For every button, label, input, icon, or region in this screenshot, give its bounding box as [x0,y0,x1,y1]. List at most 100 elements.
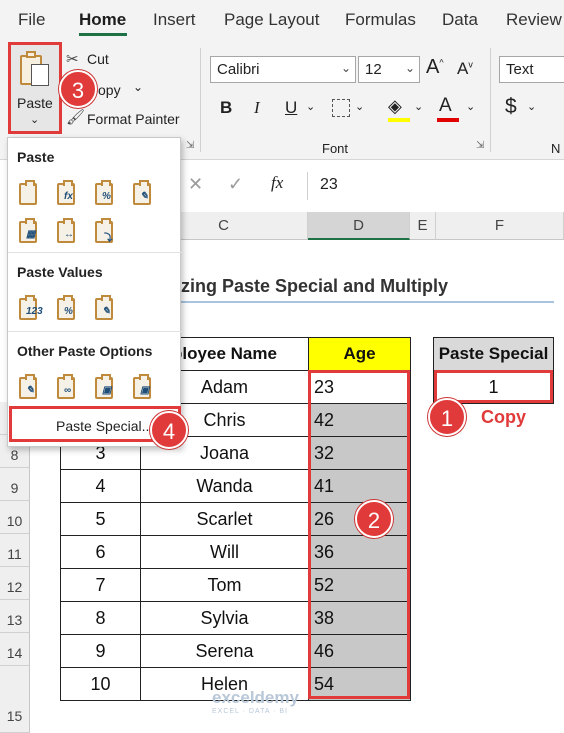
table-cell-name[interactable]: Scarlet [140,502,309,536]
row-header[interactable]: 9 [0,468,30,501]
fill-color-swatch [388,118,410,122]
column-header-f[interactable]: F [436,212,564,240]
table-cell-id[interactable]: 8 [60,601,141,635]
font-name-value: Calibri [217,61,260,78]
font-launcher-icon[interactable]: ⇲ [476,140,484,151]
chevron-down-icon[interactable]: ⌄ [355,100,364,113]
callout-badge: 1 [428,398,466,436]
currency-button[interactable]: $ [505,95,517,119]
number-group-label: N [551,141,561,156]
paste-link-icon[interactable]: ∞ [55,374,81,402]
group-separator [490,48,491,152]
row-header[interactable]: 14 [0,633,30,666]
paste-formatting-icon[interactable]: ✎ [17,374,43,402]
clipboard-launcher-icon[interactable]: ⇲ [186,140,194,151]
chevron-down-icon[interactable]: ⌄ [414,100,423,113]
values-source-formatting-icon[interactable]: ✎ [93,295,119,323]
sheet-title: izing Paste Special and Multiply [176,276,449,296]
increase-font-icon[interactable]: A^ [426,56,444,79]
cut-button[interactable]: Cut [87,51,109,67]
tab-page-layout[interactable]: Page Layout [224,10,319,30]
font-color-icon[interactable]: A [439,95,452,117]
table-cell-id[interactable]: 6 [60,535,141,569]
keep-source-formatting-icon[interactable]: ✎ [131,180,157,208]
table-cell-id[interactable]: 4 [60,469,141,503]
column-header-d[interactable]: D [308,212,410,240]
paste-button[interactable]: Paste ⌄ [8,42,62,134]
table-cell-name[interactable]: Sylvia [140,601,309,635]
table-cell-name[interactable]: Wanda [140,469,309,503]
font-size-combo[interactable]: 12 ⌄ [358,56,420,83]
linked-picture-icon[interactable]: ▣ [131,374,157,402]
paste-formulas-number-formatting-icon[interactable]: % [93,180,119,208]
tab-file[interactable]: File [18,10,45,30]
paste-icon[interactable] [17,180,43,208]
clipboard-icon [20,51,50,87]
table-header-age[interactable]: Age [308,337,411,371]
row-header[interactable]: 10 [0,501,30,534]
row-header[interactable]: 15 [0,666,30,733]
row-header[interactable]: 12 [0,567,30,600]
chevron-down-icon: ⌄ [404,61,415,75]
table-cell-id[interactable]: 9 [60,634,141,668]
borders-icon[interactable] [332,99,350,117]
paste-formulas-icon[interactable]: fx [55,180,81,208]
chevron-down-icon: ⌄ [340,61,351,75]
font-size-value: 12 [365,61,382,78]
transpose-icon[interactable]: ⤵ [93,218,119,246]
paste-picture-icon[interactable]: ▣ [93,374,119,402]
keep-column-widths-icon[interactable]: ↔ [55,218,81,246]
paste-values-icon[interactable]: 123 [17,295,43,323]
cancel-icon[interactable]: ✕ [188,174,203,195]
copy-annotation: Copy [481,407,526,427]
callout-badge: 2 [355,500,393,538]
format-painter-button[interactable]: Format Painter [87,111,180,127]
italic-button[interactable]: I [254,98,260,118]
formula-input[interactable]: 23 [320,176,338,194]
table-cell-id[interactable]: 5 [60,502,141,536]
chevron-down-icon[interactable]: ⌄ [527,100,536,113]
insert-function-button[interactable]: fx [271,173,283,193]
scissors-icon: ✂ [66,51,79,68]
fill-color-icon[interactable]: ◈ [388,96,402,117]
excel-window: { "menu": {"file":"File","home":"Home","… [0,0,564,733]
other-paste-options-heading: Other Paste Options [17,343,153,359]
underline-button[interactable]: U [285,98,297,118]
copy-dropdown-icon[interactable]: ⌄ [133,80,143,94]
tab-home[interactable]: Home [79,10,126,30]
no-borders-icon[interactable]: ▦ [17,218,43,246]
title-underline [176,301,554,303]
chevron-down-icon[interactable]: ⌄ [466,100,475,113]
tab-review[interactable]: Review [506,10,562,30]
table-cell-name[interactable]: Tom [140,568,309,602]
table-cell-name[interactable]: Will [140,535,309,569]
number-format-combo[interactable]: Text [499,56,564,83]
tab-formulas[interactable]: Formulas [345,10,416,30]
table-cell-name[interactable]: Serena [140,634,309,668]
bold-button[interactable]: B [220,98,232,118]
font-color-swatch [437,118,459,122]
row-header[interactable]: 11 [0,534,30,567]
table-cell-id[interactable]: 10 [60,667,141,701]
format-painter-icon: 🖌 [66,109,86,126]
paste-dropdown: Paste fx % ✎ ▦ ↔ ⤵ Paste Values 123 % ✎ … [7,137,182,447]
values-number-formatting-icon[interactable]: % [55,295,81,323]
font-name-combo[interactable]: Calibri ⌄ [210,56,356,83]
callout-badge: 3 [59,70,97,108]
column-header-e[interactable]: E [410,212,436,240]
chevron-down-icon[interactable]: ⌄ [306,100,315,113]
copy-button[interactable]: opy [98,82,121,98]
paste-special-header[interactable]: Paste Special [433,337,554,371]
tab-insert[interactable]: Insert [153,10,196,30]
enter-icon[interactable]: ✓ [228,174,243,195]
menu-divider [8,331,182,332]
decrease-font-icon[interactable]: Av [457,59,473,79]
row-header[interactable]: 13 [0,600,30,633]
font-group-label: Font [322,141,349,156]
tab-data[interactable]: Data [442,10,478,30]
table-cell-id[interactable]: 7 [60,568,141,602]
watermark-brand: exceldemy [212,688,299,707]
watermark-tag: EXCEL · DATA · BI [212,708,288,715]
formula-divider [307,172,308,200]
callout-badge: 4 [150,411,188,449]
